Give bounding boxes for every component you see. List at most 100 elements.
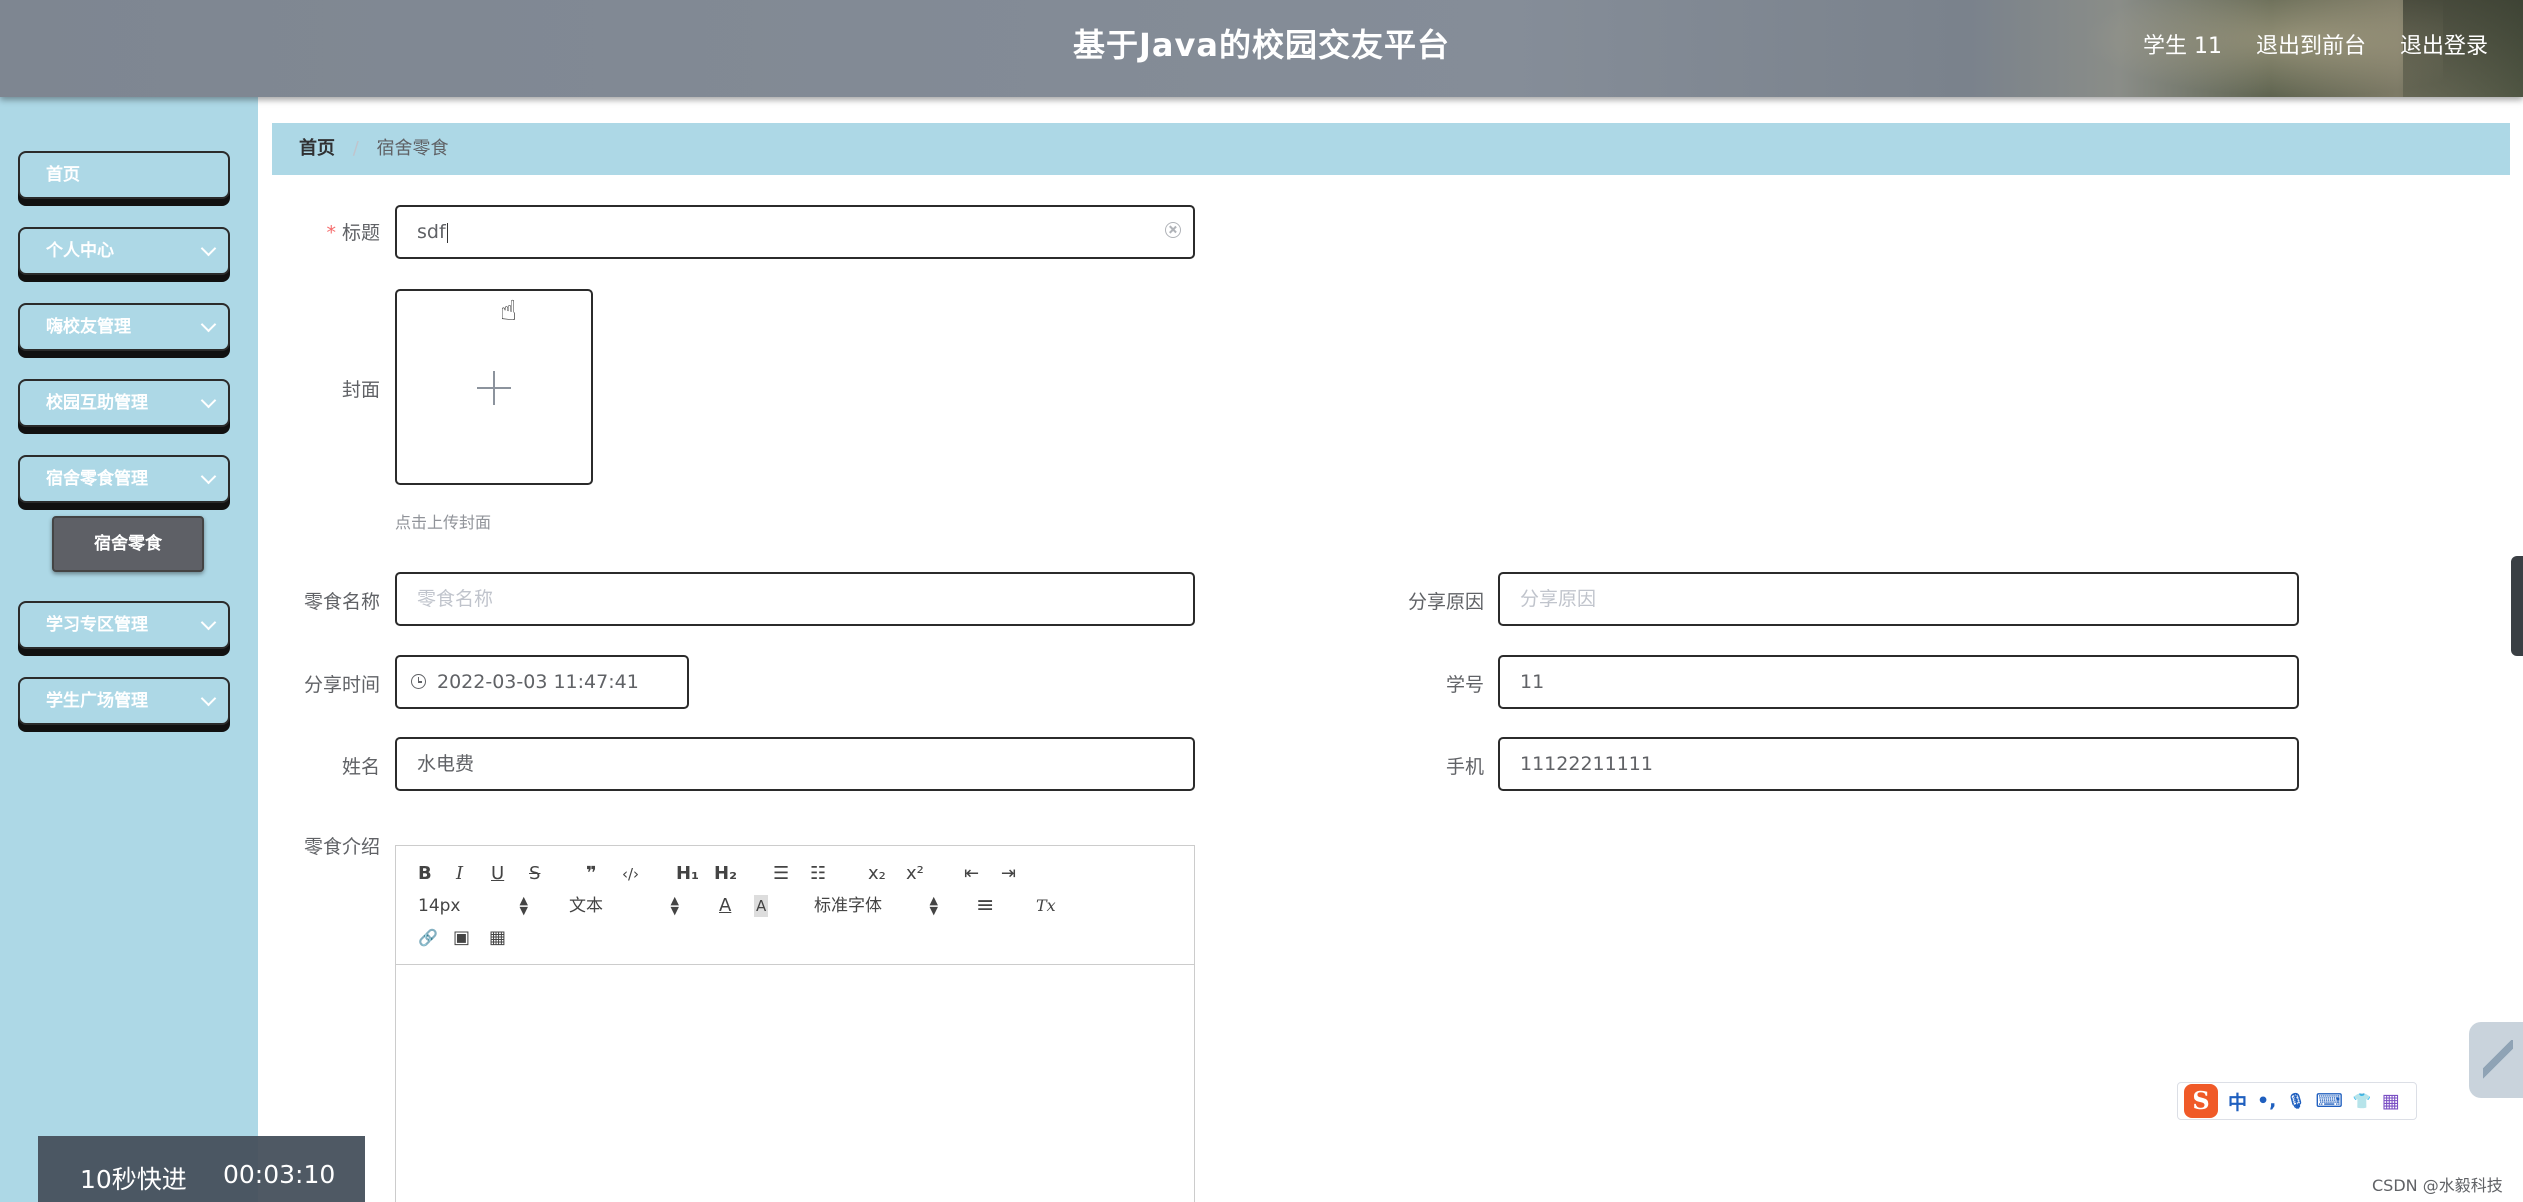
editor-content-area[interactable]	[396, 965, 1194, 1202]
rich-text-editor: B I U S ❞ ‹/› H₁ H₂ ☰ ☷ x₂ x² ⇤ ⇥ 14px ▲…	[395, 845, 1195, 1202]
clear-icon[interactable]	[1165, 222, 1181, 238]
clear-format-button[interactable]: Tx	[1036, 895, 1056, 917]
sidebar-item-home[interactable]: 首页	[18, 151, 230, 199]
required-mark: *	[326, 222, 336, 244]
clock-icon	[411, 674, 426, 689]
italic-button[interactable]: I	[456, 863, 463, 885]
sidebar-item-student-square-management[interactable]: 学生广场管理	[18, 677, 230, 725]
chevron-down-icon	[200, 468, 217, 485]
sidebar-item-label: 学习专区管理	[46, 615, 148, 635]
share-reason-input[interactable]: 分享原因	[1498, 572, 2299, 626]
title-label: * 标题	[280, 218, 380, 245]
share-time-picker[interactable]: 2022-03-03 11:47:41	[395, 655, 689, 709]
breadcrumb: 首页 / 宿舍零食	[272, 123, 2510, 175]
select-arrows-icon: ▲ ▼	[929, 894, 938, 917]
sidebar-item-label: 个人中心	[46, 241, 114, 261]
snack-name-input[interactable]: 零食名称	[395, 572, 1195, 626]
title-input-value: sdf	[417, 221, 446, 243]
font-size-select[interactable]: 14px ▲ ▼	[418, 895, 528, 917]
header-select-value: 文本	[569, 896, 603, 916]
bold-button[interactable]: B	[418, 863, 432, 885]
sidebar-item-label: 首页	[46, 165, 80, 185]
student-no-input[interactable]: 11	[1498, 655, 2299, 709]
text-color-button[interactable]: A	[719, 895, 731, 917]
share-reason-placeholder: 分享原因	[1520, 588, 1597, 610]
logout-link[interactable]: 退出登录	[2400, 28, 2488, 60]
image-button[interactable]: ▣	[453, 927, 470, 949]
phone-input[interactable]: 11122211111	[1498, 737, 2299, 791]
select-arrows-icon: ▲ ▼	[670, 894, 679, 917]
superscript-button[interactable]: x²	[906, 863, 924, 885]
share-reason-label: 分享原因	[1407, 591, 1484, 613]
sidebar-subitem-dorm-snack[interactable]: 宿舍零食	[52, 516, 204, 572]
cover-label: 封面	[341, 379, 380, 401]
sidebar-item-personal-center[interactable]: 个人中心	[18, 227, 230, 275]
student-no-label: 学号	[1445, 674, 1484, 696]
snack-name-placeholder: 零食名称	[417, 588, 494, 610]
title-input[interactable]: sdf	[395, 205, 1195, 259]
microphone-icon[interactable]: 🎙	[2286, 1092, 2305, 1110]
sidebar-item-dorm-snack-management[interactable]: 宿舍零食管理	[18, 455, 230, 503]
chevron-down-icon	[200, 614, 217, 631]
font-size-value: 14px	[418, 896, 461, 916]
keyboard-icon[interactable]: ⌨	[2315, 1090, 2342, 1112]
top-header: 基于Java的校园交友平台 学生 11 退出到前台 退出登录	[0, 0, 2523, 97]
ime-punctuation-icon[interactable]: •,	[2257, 1090, 2276, 1112]
background-color-button[interactable]: A	[754, 895, 769, 917]
phone-label: 手机	[1445, 756, 1484, 778]
current-user-label: 学生 11	[2142, 34, 2222, 59]
font-family-select[interactable]: 标准字体 ▲ ▼	[814, 895, 938, 917]
underline-button[interactable]: U	[491, 863, 504, 885]
sidebar-item-label: 校园互助管理	[46, 393, 148, 413]
strike-button[interactable]: S	[529, 863, 540, 885]
floating-tool-button[interactable]	[2469, 1022, 2523, 1098]
ime-mode-button[interactable]: 中	[2228, 1088, 2247, 1115]
code-block-button[interactable]: ‹/›	[622, 863, 639, 885]
sidebar-item-label: 嗨校友管理	[46, 317, 131, 337]
fast-forward-button[interactable]: 10秒快进	[80, 1160, 187, 1196]
blockquote-button[interactable]: ❞	[586, 863, 597, 885]
subscript-button[interactable]: x₂	[868, 863, 886, 885]
editor-toolbar: B I U S ❞ ‹/› H₁ H₂ ☰ ☷ x₂ x² ⇤ ⇥ 14px ▲…	[396, 846, 1194, 965]
sidebar-item-alumni-management[interactable]: 嗨校友管理	[18, 303, 230, 351]
sidebar-item-study-zone-management[interactable]: 学习专区管理	[18, 601, 230, 649]
ordered-list-button[interactable]: ☰	[773, 863, 789, 885]
video-button[interactable]: ▦	[489, 927, 506, 949]
title-label-text: 标题	[341, 222, 380, 244]
student-no-value: 11	[1520, 671, 1545, 693]
share-time-value: 2022-03-03 11:47:41	[437, 671, 639, 693]
font-family-value: 标准字体	[814, 896, 882, 916]
skin-icon[interactable]: 👕	[2353, 1092, 2372, 1110]
chevron-down-icon	[200, 240, 217, 257]
sidebar-item-campus-help-management[interactable]: 校园互助管理	[18, 379, 230, 427]
hand-cursor-icon: ☝	[500, 294, 518, 327]
outdent-button[interactable]: ⇤	[964, 863, 979, 885]
video-timestamp: 00:03:10	[223, 1160, 336, 1189]
cover-upload-box[interactable]	[395, 289, 593, 485]
bullet-list-button[interactable]: ☷	[810, 863, 826, 885]
sidebar-item-label: 宿舍零食管理	[46, 469, 148, 489]
indent-button[interactable]: ⇥	[1001, 863, 1016, 885]
name-input[interactable]: 水电费	[395, 737, 1195, 791]
link-button[interactable]: 🔗	[418, 927, 438, 949]
side-drawer-handle[interactable]	[2511, 556, 2523, 656]
header-select[interactable]: 文本 ▲ ▼	[569, 895, 679, 917]
chevron-down-icon	[200, 392, 217, 409]
align-button[interactable]: ≡	[976, 895, 994, 917]
back-to-front-link[interactable]: 退出到前台	[2256, 28, 2366, 60]
sidebar-item-label: 学生广场管理	[46, 691, 148, 711]
chevron-down-icon	[200, 690, 217, 707]
cover-upload-tip: 点击上传封面	[395, 513, 492, 532]
breadcrumb-home[interactable]: 首页	[299, 138, 335, 159]
ime-toolbar: S 中 •, 🎙 ⌨ 👕 ▦	[2177, 1082, 2417, 1120]
header-1-button[interactable]: H₁	[676, 863, 699, 885]
snack-name-label: 零食名称	[303, 591, 380, 613]
name-label: 姓名	[341, 756, 380, 778]
sidebar: 首页 个人中心 嗨校友管理 校园互助管理 宿舍零食管理 宿舍零食 学习专区管理 …	[0, 97, 258, 1202]
header-2-button[interactable]: H₂	[714, 863, 737, 885]
header-links: 学生 11 退出到前台 退出登录	[2143, 28, 2488, 60]
apps-grid-icon[interactable]: ▦	[2382, 1090, 2400, 1112]
sogou-logo-icon[interactable]: S	[2184, 1084, 2218, 1118]
plus-icon-vertical	[493, 371, 495, 405]
text-caret	[446, 222, 448, 243]
